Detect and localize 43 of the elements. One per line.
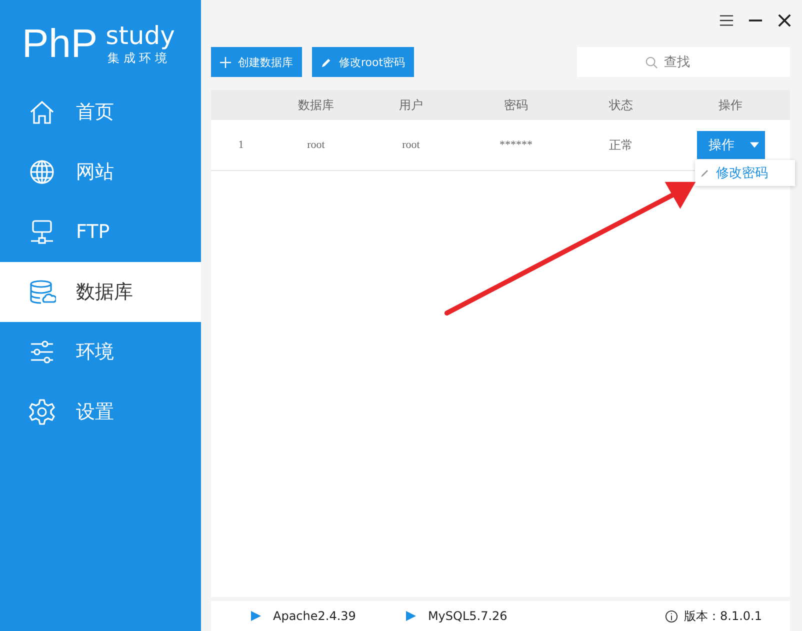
play-icon [251, 611, 261, 621]
edit-button[interactable]: 修改root密码 [312, 47, 414, 77]
caret-icon [750, 142, 758, 148]
column-header: 数据库 [297, 96, 335, 114]
pencil-icon [700, 168, 710, 178]
settings-icon [28, 398, 56, 426]
sidebar-item[interactable]: 首页 [0, 82, 201, 142]
table-cell-text: root [401, 139, 421, 151]
menu-icon[interactable] [719, 12, 734, 28]
service-item[interactable]: Apache2.4.39 [251, 609, 356, 623]
play-icon [406, 611, 416, 621]
logo-title: PhP [22, 22, 98, 66]
column-header: 密码 [503, 96, 529, 114]
table-cell-text: 1 [237, 139, 245, 151]
logo-tagline: 集 成 环 境 [108, 50, 168, 67]
info-icon [665, 610, 678, 622]
create-button[interactable]: 创建数据库 [211, 47, 302, 77]
menu-item[interactable]: 修改密码 [695, 160, 795, 186]
sidebar-item[interactable]: 环境 [0, 322, 201, 382]
network-icon [28, 218, 56, 246]
column-header: 操作 [718, 96, 744, 114]
globe-icon [28, 158, 56, 186]
pencil-icon [321, 56, 332, 68]
column-header: 用户 [398, 96, 424, 114]
action-button[interactable]: 操作 [696, 131, 764, 159]
table-cell-text: 正常 [608, 136, 634, 154]
service-item[interactable]: MySQL5.7.26 [406, 609, 508, 623]
column-header: 状态 [608, 96, 634, 114]
plus-icon [220, 56, 231, 68]
table-cell-text: root [306, 139, 326, 151]
search-icon [645, 56, 658, 69]
database-icon [28, 278, 56, 306]
sliders-icon [28, 338, 56, 366]
logo-subtitle: study [106, 22, 175, 50]
table-cell-text: ****** [498, 139, 534, 151]
sidebar-item[interactable]: FTP [0, 202, 201, 262]
house-icon [28, 98, 56, 126]
sidebar-item[interactable]: 设置 [0, 382, 201, 442]
version-label: 版本：8.1.0.1 [684, 608, 762, 624]
close-icon[interactable] [777, 12, 792, 28]
sidebar-item[interactable]: 数据库 [0, 262, 201, 322]
sidebar-item[interactable]: 网站 [0, 142, 201, 202]
search-field[interactable]: 查找 [577, 47, 790, 77]
